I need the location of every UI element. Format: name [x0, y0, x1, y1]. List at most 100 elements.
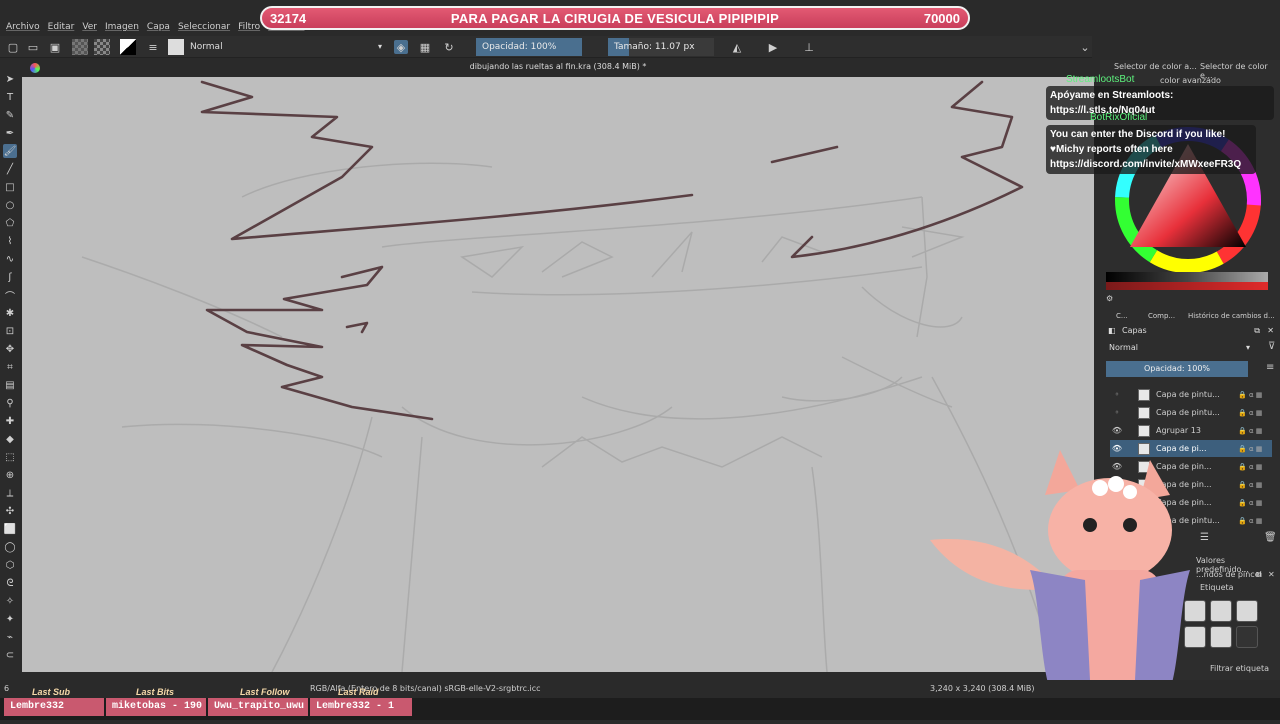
visibility-eye-icon[interactable]: ◦ [1110, 390, 1124, 399]
last-raid-value: Lembre332 - 1 [310, 698, 412, 716]
goal-current: 32174 [270, 10, 307, 26]
menu-filtro[interactable]: Filtro [238, 22, 260, 32]
freehand-path-icon[interactable]: ʃ [3, 270, 17, 284]
mirror-horizontal-icon[interactable]: ◭ [730, 40, 744, 54]
delete-layer-icon[interactable]: 🗑 [1264, 532, 1277, 543]
visibility-eye-icon[interactable]: ◦ [1110, 408, 1124, 417]
reload-preset-icon[interactable]: ↻ [442, 40, 456, 54]
crop-tool-icon[interactable]: ⌗ [3, 360, 17, 374]
settings-gear-icon[interactable]: ⚙ [1106, 294, 1113, 303]
bezier-tool-icon[interactable]: ∿ [3, 252, 17, 266]
lock-icon[interactable]: 🔒 α ▦ [1238, 391, 1272, 399]
chat-message-1: Apóyame en Streamloots: https://l.stls.t… [1046, 86, 1274, 120]
tab-c[interactable]: C... [1116, 312, 1128, 320]
line-tool-icon[interactable]: ╱ [3, 162, 17, 176]
float-icon[interactable]: ⧉ [1254, 326, 1260, 336]
lock-icon[interactable]: 🔒 α ▦ [1238, 427, 1272, 435]
bezier-select-icon[interactable]: ⌁ [3, 630, 17, 644]
select-shapes-icon[interactable]: ➤ [3, 72, 17, 86]
pattern-swatch-icon[interactable] [94, 39, 110, 55]
recent-colors-strip[interactable] [1106, 282, 1268, 290]
collapse-chevron-icon[interactable]: ⌄ [1078, 40, 1092, 54]
reference-tool-icon[interactable]: ✣ [3, 504, 17, 518]
tab-composition[interactable]: Comp... [1148, 312, 1175, 320]
tab-undo-history[interactable]: Histórico de cambios d... [1188, 312, 1275, 320]
lock-icon[interactable]: 🔒 α ▦ [1238, 499, 1272, 507]
filter-icon[interactable]: ⊽ [1268, 341, 1275, 352]
assistant-tool-icon[interactable]: ⊕ [3, 468, 17, 482]
layer-blend-select[interactable]: Normal ▾ [1106, 341, 1252, 355]
blend-mode-select[interactable]: Normal ▾ [186, 39, 386, 55]
contiguous-select-icon[interactable]: ✧ [3, 594, 17, 608]
layer-row[interactable]: ◦ Capa de pintu... 🔒 α ▦ [1110, 404, 1272, 421]
brush-preset-3[interactable] [1236, 600, 1258, 622]
lock-icon[interactable]: 🔒 α ▦ [1238, 445, 1272, 453]
visibility-eye-icon[interactable]: 👁 [1110, 426, 1124, 435]
float-icon[interactable]: ⧉ [1256, 570, 1262, 580]
new-document-icon[interactable]: ▢ [6, 40, 20, 54]
ellipse-tool-icon[interactable]: ○ [3, 198, 17, 212]
measure-tool-icon[interactable]: ⟂ [3, 486, 17, 500]
last-raid-label: Last Raid [338, 687, 379, 697]
lock-icon[interactable]: 🔒 α ▦ [1238, 481, 1272, 489]
alpha-lock-icon[interactable]: ▦ [418, 40, 432, 54]
fg-bg-color-icon[interactable] [120, 39, 136, 55]
polygon-tool-icon[interactable]: ⬠ [3, 216, 17, 230]
brush-preset-6[interactable] [1236, 626, 1258, 648]
smart-patch-icon[interactable]: ✚ [3, 414, 17, 428]
calligraphy-icon[interactable]: ✒ [3, 126, 17, 140]
freehand-brush-icon[interactable]: 🖌 [3, 144, 17, 158]
layers-title: Capas [1122, 326, 1147, 335]
color-wheel-icon[interactable] [30, 63, 40, 73]
close-icon[interactable]: ✕ [1267, 326, 1274, 335]
save-icon[interactable]: ▣ [48, 40, 62, 54]
dynamic-brush-icon[interactable]: ⌒ [3, 288, 17, 303]
last-bits-label: Last Bits [136, 687, 175, 697]
wrap-around-icon[interactable]: ⊥ [802, 40, 816, 54]
text-tool-icon[interactable]: T [3, 90, 17, 104]
menu-capa[interactable]: Capa [147, 22, 170, 32]
lock-icon[interactable]: 🔒 α ▦ [1238, 463, 1272, 471]
tab-color-selector-2[interactable]: Selector de color e... [1200, 62, 1280, 80]
layer-row[interactable]: 👁 Agrupar 13 🔒 α ▦ [1110, 422, 1272, 439]
gradient-tool-icon[interactable]: ▤ [3, 378, 17, 392]
hamburger-menu-icon[interactable]: ≡ [1266, 362, 1274, 373]
lock-icon[interactable]: 🔒 α ▦ [1238, 409, 1272, 417]
eraser-mode-icon[interactable]: ◈ [394, 40, 408, 54]
color-picker-icon[interactable]: ⚲ [3, 396, 17, 410]
move-tool-icon[interactable]: ✥ [3, 342, 17, 356]
menu-seleccionar[interactable]: Seleccionar [178, 22, 230, 32]
rectangle-tool-icon[interactable]: □ [3, 180, 17, 194]
menu-archivo[interactable]: Archivo [6, 22, 40, 32]
brush-settings-icon[interactable]: ≡ [146, 40, 160, 54]
edit-shapes-icon[interactable]: ✎ [3, 108, 17, 122]
polygon-select-icon[interactable]: ⬡ [3, 558, 17, 572]
opacity-slider[interactable]: Opacidad: 100% [476, 38, 582, 56]
rect-select-icon[interactable]: ⬜ [3, 522, 17, 536]
close-icon[interactable]: ✕ [1268, 570, 1275, 579]
brush-preset-icon[interactable] [168, 39, 184, 55]
layer-thumbnail [1138, 388, 1150, 401]
layer-row[interactable]: ◦ Capa de pintu... 🔒 α ▦ [1110, 386, 1272, 403]
mirror-vertical-icon[interactable]: ▶ [766, 40, 780, 54]
enclose-fill-icon[interactable]: ⬚ [3, 450, 17, 464]
ellipse-select-icon[interactable]: ◯ [3, 540, 17, 554]
transform-tool-icon[interactable]: ⊡ [3, 324, 17, 338]
image-dimensions: 3,240 x 3,240 (308.4 MiB) [930, 684, 1035, 693]
menu-editar[interactable]: Editar [48, 22, 75, 32]
layers-header: ◧ Capas ⧉ ✕ [1104, 326, 1276, 340]
layer-opacity-slider[interactable]: Opacidad: 100% [1106, 361, 1248, 377]
lock-icon[interactable]: 🔒 α ▦ [1238, 517, 1272, 525]
freehand-select-icon[interactable]: ᘓ [3, 576, 17, 590]
multibrush-icon[interactable]: ✱ [3, 306, 17, 320]
open-folder-icon[interactable]: ▭ [26, 40, 40, 54]
magnetic-select-icon[interactable]: ⊂ [3, 648, 17, 662]
size-slider[interactable]: Tamaño: 11.07 px [608, 38, 714, 56]
polyline-tool-icon[interactable]: ⌇ [3, 234, 17, 248]
goal-title: PARA PAGAR LA CIRUGIA DE VESICULA PIPIPI… [450, 10, 780, 26]
menu-ver[interactable]: Ver [82, 22, 97, 32]
menu-imagen[interactable]: Imagen [105, 22, 139, 32]
similar-select-icon[interactable]: ✦ [3, 612, 17, 626]
gradient-swatch-icon[interactable] [72, 39, 88, 55]
fill-tool-icon[interactable]: ◆ [3, 432, 17, 446]
